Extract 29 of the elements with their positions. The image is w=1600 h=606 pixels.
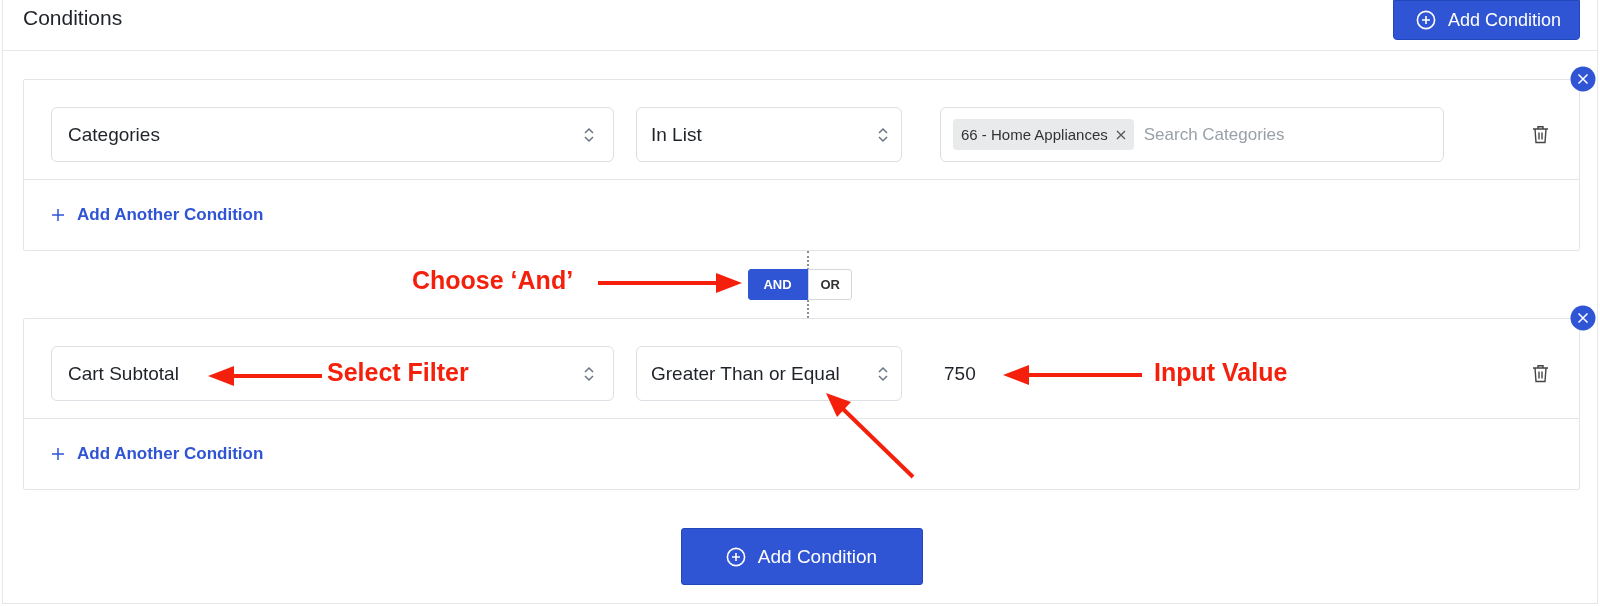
trash-icon[interactable] [1532, 364, 1549, 383]
close-icon[interactable] [1570, 66, 1596, 92]
annotation-label: Input Value [1154, 358, 1288, 387]
search-input[interactable]: Search Categories [1141, 123, 1431, 146]
operator-select[interactable]: In List [636, 107, 902, 162]
chevron-up-down-icon [877, 364, 889, 383]
chevron-up-down-icon [583, 364, 595, 383]
close-icon[interactable] [1115, 129, 1126, 140]
plus-circle-icon [725, 546, 746, 567]
plus-circle-icon [1415, 10, 1436, 30]
section-title: Conditions [23, 6, 123, 30]
filter-select[interactable]: Categories [51, 107, 614, 162]
plus-icon [51, 447, 65, 461]
trash-icon[interactable] [1532, 125, 1549, 144]
chevron-up-down-icon [877, 125, 889, 144]
operator-select[interactable]: Greater Than or Equal [636, 346, 902, 401]
annotation-label: Choose ‘And’ [412, 266, 574, 295]
chevron-up-down-icon [583, 125, 595, 144]
annotation-label: Select Filter [327, 358, 469, 387]
logic-toggle-option[interactable]: AND [747, 269, 808, 300]
close-icon[interactable] [1570, 305, 1596, 331]
category-tag: 66 - Home Appliances [953, 119, 1134, 150]
add-another-condition-link[interactable]: Add Another Condition [51, 205, 264, 225]
logic-toggle-option[interactable]: OR [807, 269, 852, 300]
add-condition-button[interactable]: Add Condition [1392, 0, 1580, 40]
add-condition-button[interactable]: Add Condition [680, 528, 923, 585]
tag-input-field[interactable]: 66 - Home Appliances Search Categories [940, 107, 1444, 162]
plus-icon [51, 208, 65, 222]
add-another-condition-link[interactable]: Add Another Condition [51, 444, 264, 464]
